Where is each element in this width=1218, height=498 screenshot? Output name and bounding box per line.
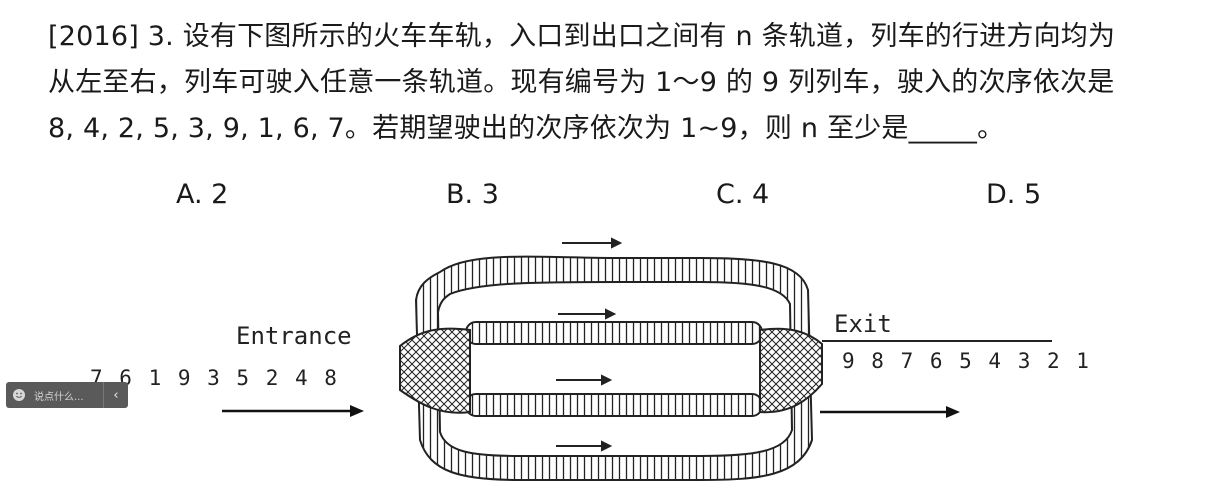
- comment-widget[interactable]: 说点什么... ‹: [6, 382, 128, 408]
- chevron-left-icon: ‹: [113, 387, 119, 403]
- collapse-button[interactable]: ‹: [103, 382, 128, 408]
- exit-arrow: [820, 406, 960, 418]
- exit-junction: [759, 327, 823, 414]
- railway-track-diagram: [222, 237, 1052, 481]
- track-2: [465, 321, 763, 345]
- exit-label: Exit: [834, 310, 892, 338]
- outer-track: [414, 255, 814, 481]
- comment-input[interactable]: 说点什么...: [34, 388, 103, 403]
- entrance-junction: [399, 327, 471, 414]
- smile-icon: [12, 388, 26, 402]
- track-3: [465, 393, 763, 417]
- question-page: [2016] 3. 设有下图所示的火车车轨，入口到出口之间有 n 条轨道，列车的…: [0, 0, 1218, 498]
- exit-sequence: 9 8 7 6 5 4 3 2 1: [842, 349, 1090, 373]
- entrance-label: Entrance: [236, 322, 352, 350]
- entrance-arrow: [222, 405, 364, 417]
